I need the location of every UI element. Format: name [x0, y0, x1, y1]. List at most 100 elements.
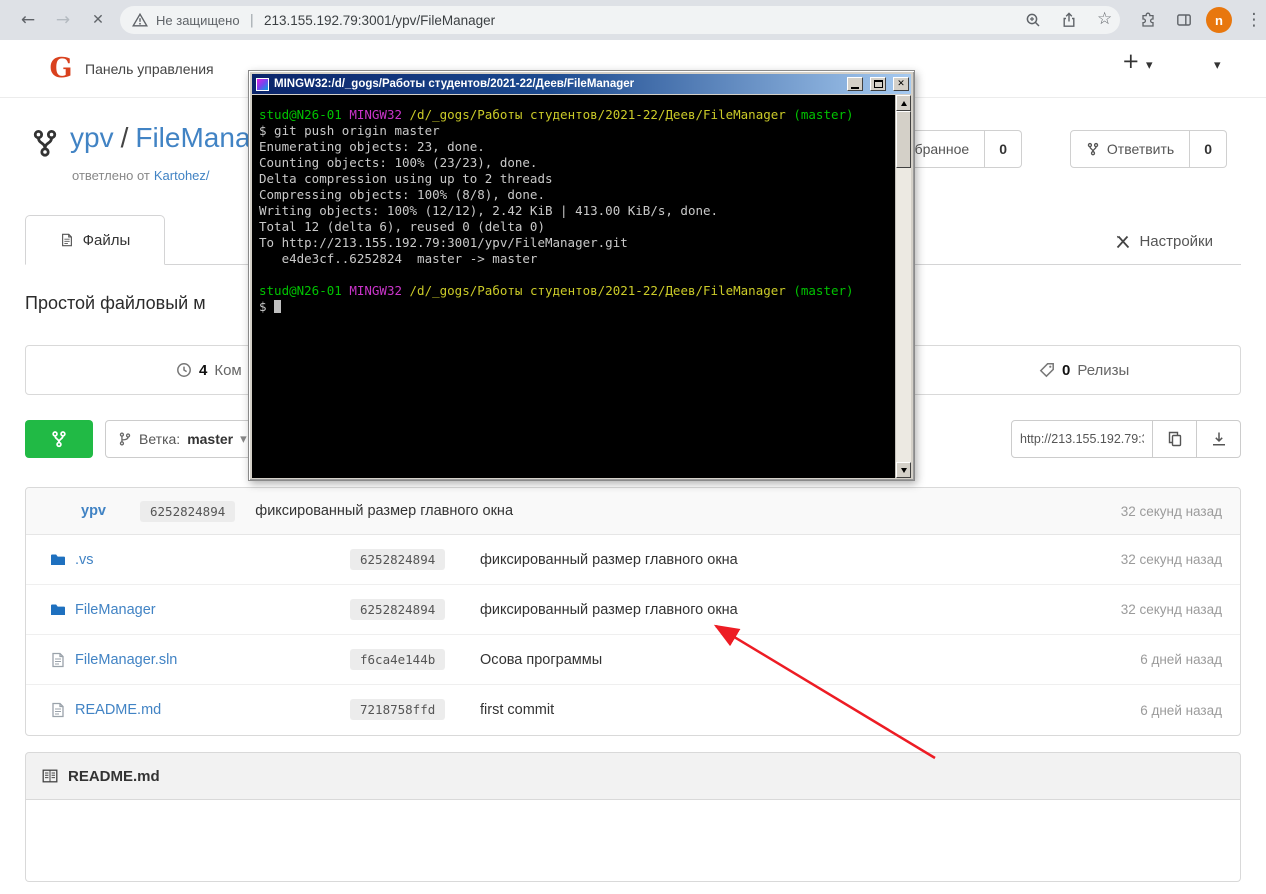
share-icon[interactable] — [1061, 12, 1077, 28]
releases-count: 0 — [1062, 362, 1070, 379]
scroll-down-button[interactable] — [896, 462, 911, 478]
terminal-title: MINGW32:/d/_gogs/Работы студентов/2021-2… — [274, 78, 840, 90]
readme-header: README.md — [25, 752, 1241, 800]
terminal-scrollbar[interactable] — [895, 95, 911, 478]
folder-icon — [50, 552, 66, 568]
commits-stat[interactable]: 4 Ком — [176, 346, 242, 394]
user-menu-caret-icon[interactable] — [1214, 54, 1221, 73]
folder-icon — [50, 602, 66, 618]
file-list: .vs 6252824894 фиксированный размер глав… — [26, 535, 1240, 735]
fork-count[interactable]: 0 — [1190, 130, 1227, 168]
terminal-maximize-button[interactable] — [870, 77, 886, 91]
commits-count: 4 — [199, 362, 207, 379]
commit-sha-badge[interactable]: 6252824894 — [140, 501, 235, 522]
releases-label: Релизы — [1077, 362, 1129, 379]
star-count[interactable]: 0 — [985, 130, 1022, 168]
readme-content — [25, 800, 1241, 882]
file-icon — [50, 652, 66, 668]
commit-time: 6 дней назад — [1042, 703, 1222, 718]
commit-time: 32 секунд назад — [1042, 602, 1222, 617]
commit-sha-badge[interactable]: 6252824894 — [350, 599, 445, 620]
commit-message: фиксированный размер главного окна — [480, 552, 1042, 568]
security-label: Не защищено — [156, 13, 240, 28]
file-name-link[interactable]: FileManager — [75, 602, 156, 618]
commit-author-link[interactable]: ypv — [81, 503, 106, 519]
browser-forward-button[interactable] — [51, 8, 75, 32]
browser-stop-button[interactable] — [86, 8, 110, 32]
commit-time: 32 секунд назад — [1042, 552, 1222, 567]
profile-avatar[interactable]: n — [1206, 7, 1232, 33]
terminal-output[interactable]: stud@N26-01 MINGW32 /d/_gogs/Работы студ… — [252, 95, 895, 478]
file-row: .vs 6252824894 фиксированный размер глав… — [26, 535, 1240, 585]
scroll-track[interactable] — [896, 168, 911, 462]
browser-back-button[interactable] — [16, 8, 40, 32]
warning-icon — [132, 12, 148, 28]
branch-icon — [118, 432, 132, 446]
download-icon — [1211, 431, 1227, 447]
clone-url-input[interactable] — [1011, 420, 1153, 458]
files-tab-label: Файлы — [83, 232, 131, 249]
terminal-close-button[interactable] — [893, 77, 909, 91]
bookmark-star-icon[interactable] — [1097, 9, 1112, 29]
file-name-link[interactable]: .vs — [75, 552, 94, 568]
sync-fork-button[interactable] — [25, 420, 93, 458]
forked-from-link[interactable]: Kartohez/ — [154, 168, 210, 183]
releases-stat[interactable]: 0 Релизы — [1039, 346, 1129, 394]
forked-from-label: ответлено от — [72, 168, 150, 183]
omnibox-divider: | — [250, 13, 254, 28]
commit-message: фиксированный размер главного окна — [255, 503, 513, 519]
repo-owner-link[interactable]: ypv — [70, 122, 114, 153]
file-row: README.md 7218758ffd first commit 6 дней… — [26, 685, 1240, 735]
fork-button[interactable]: Ответвить — [1070, 130, 1190, 168]
commit-time: 32 секунд назад — [1121, 504, 1222, 519]
repo-fork-icon — [30, 128, 60, 158]
screen: { "browser": { "security_text": "Не защи… — [0, 0, 1266, 894]
browser-menu-icon[interactable] — [1242, 8, 1266, 32]
commit-sha-badge[interactable]: f6ca4e144b — [350, 649, 445, 670]
side-panel-icon[interactable] — [1176, 12, 1192, 28]
copy-icon — [1167, 431, 1183, 447]
files-tab-icon — [60, 233, 74, 247]
terminal-minimize-button[interactable] — [847, 77, 863, 91]
tab-files[interactable]: Файлы — [25, 215, 165, 265]
download-button[interactable] — [1197, 420, 1241, 458]
commits-history-icon — [176, 362, 192, 378]
branch-name: master — [187, 431, 233, 447]
fork-button-group: Ответвить 0 — [1070, 130, 1227, 168]
file-row: FileManager.sln f6ca4e144b Осова програм… — [26, 635, 1240, 685]
create-new-button[interactable] — [1122, 49, 1140, 73]
copy-url-button[interactable] — [1153, 420, 1197, 458]
file-icon — [50, 702, 66, 718]
terminal-titlebar[interactable]: MINGW32:/d/_gogs/Работы студентов/2021-2… — [252, 74, 911, 94]
readme-title: README.md — [68, 768, 160, 785]
file-name-link[interactable]: FileManager.sln — [75, 652, 177, 668]
url-text: 213.155.192.79:3001/ypv/FileManager — [264, 13, 495, 28]
commit-sha-badge[interactable]: 6252824894 — [350, 549, 445, 570]
readme-book-icon — [42, 768, 58, 784]
latest-commit-row: ypv 6252824894 фиксированный размер глав… — [26, 488, 1240, 535]
terminal-window: MINGW32:/d/_gogs/Работы студентов/2021-2… — [248, 70, 915, 481]
gogs-logo[interactable]: G — [46, 53, 76, 83]
file-name-link[interactable]: README.md — [75, 702, 161, 718]
nav-dashboard-link[interactable]: Панель управления — [85, 61, 214, 77]
zoom-icon[interactable] — [1025, 12, 1041, 28]
releases-tag-icon — [1039, 362, 1055, 378]
clone-url-group — [1011, 420, 1241, 458]
browser-toolbar: Не защищено | 213.155.192.79:3001/ypv/Fi… — [0, 0, 1266, 40]
settings-label: Настройки — [1139, 233, 1213, 250]
commit-sha-badge[interactable]: 7218758ffd — [350, 699, 445, 720]
create-new-caret-icon[interactable] — [1146, 54, 1153, 73]
terminal-app-icon — [256, 78, 269, 91]
repo-description: Простой файловый м — [25, 293, 206, 314]
scroll-thumb[interactable] — [896, 111, 911, 168]
commit-message: Осова программы — [480, 652, 1042, 668]
commits-label: Ком — [214, 362, 241, 379]
branch-caret-icon — [240, 431, 247, 447]
settings-link[interactable]: Настройки — [1115, 233, 1213, 250]
scroll-up-button[interactable] — [896, 95, 911, 111]
readme-section: README.md — [25, 752, 1241, 882]
commit-time: 6 дней назад — [1042, 652, 1222, 667]
terminal-body: stud@N26-01 MINGW32 /d/_gogs/Работы студ… — [252, 95, 911, 478]
extensions-icon[interactable] — [1140, 12, 1156, 28]
omnibox[interactable]: Не защищено | 213.155.192.79:3001/ypv/Fi… — [120, 6, 1120, 34]
